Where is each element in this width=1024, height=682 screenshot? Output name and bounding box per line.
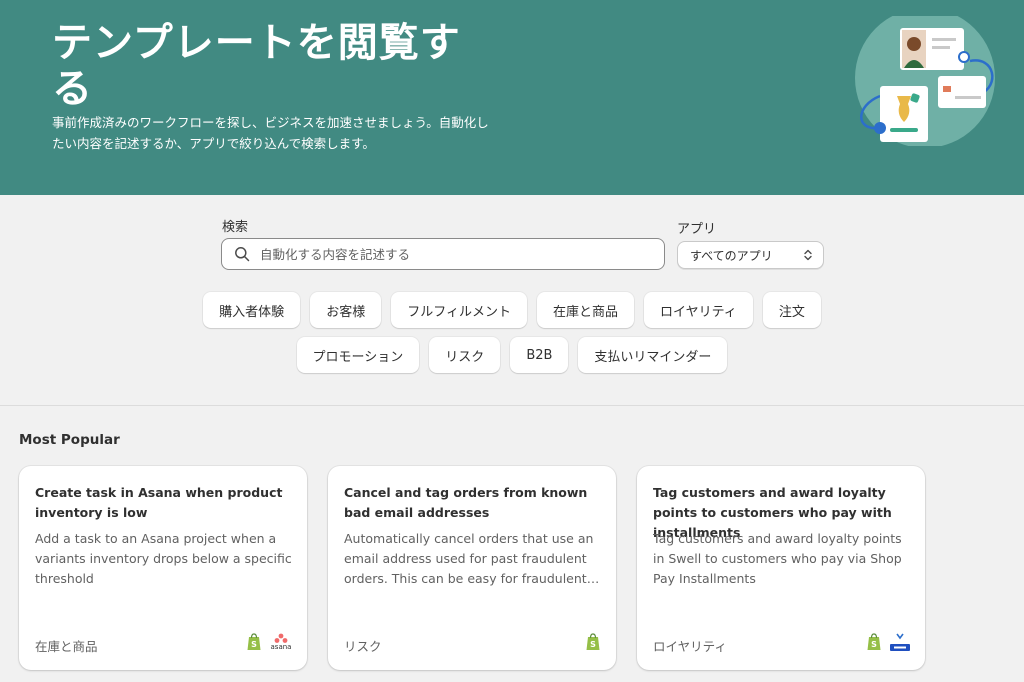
page-subtitle: 事前作成済みのワークフローを探し、ビジネスを加速させましょう。自動化したい内容を…: [52, 115, 489, 151]
category-chip[interactable]: フルフィルメント: [391, 292, 527, 328]
category-chip[interactable]: B2B: [510, 337, 569, 373]
select-chevron-icon: [804, 249, 812, 261]
card-title: Create task in Asana when product invent…: [35, 485, 283, 520]
category-chips-row-2: プロモーション リスク B2B 支払いリマインダー: [0, 337, 1024, 373]
hero-illustration: [855, 16, 995, 146]
svg-text:S: S: [590, 640, 596, 649]
template-card[interactable]: Cancel and tag orders from known bad ema…: [328, 466, 616, 670]
category-chip[interactable]: 在庫と商品: [536, 292, 634, 328]
shopify-icon: S: [245, 632, 263, 652]
card-description: Add a task to an Asana project when a va…: [35, 531, 292, 586]
swell-icon: [889, 632, 911, 652]
template-card[interactable]: Create task in Asana when product invent…: [19, 466, 307, 670]
category-chip[interactable]: 支払いリマインダー: [578, 337, 728, 373]
card-description: Tag customers and award loyalty points i…: [653, 531, 902, 586]
hero-banner: テンプレートを閲覧する 事前作成済みのワークフローを探し、ビジネスを加速させまし…: [0, 0, 1024, 195]
asana-logo-text: asana: [270, 643, 292, 651]
search-field[interactable]: [221, 238, 665, 270]
page-title: テンプレートを閲覧する: [52, 20, 461, 112]
search-label: 検索: [222, 220, 249, 235]
card-category: リスク: [344, 639, 382, 654]
search-input[interactable]: [260, 246, 640, 262]
shopify-icon: S: [584, 632, 602, 652]
asana-icon: asana: [269, 632, 293, 652]
svg-text:S: S: [251, 640, 257, 649]
section-divider: [0, 405, 1024, 406]
category-chip[interactable]: ロイヤリティ: [643, 292, 753, 328]
category-chip[interactable]: 注文: [762, 292, 821, 328]
card-description: Automatically cancel orders that use an …: [344, 531, 600, 586]
category-chip[interactable]: リスク: [429, 337, 501, 373]
category-chips-row-1: 購入者体験 お客様 フルフィルメント 在庫と商品 ロイヤリティ 注文: [0, 292, 1024, 328]
section-title: Most Popular: [19, 432, 120, 448]
card-app-icons: S: [865, 632, 911, 652]
category-chip[interactable]: 購入者体験: [203, 292, 301, 328]
app-filter-label: アプリ: [677, 222, 717, 237]
card-title: Cancel and tag orders from known bad ema…: [344, 485, 588, 520]
shopify-icon: S: [865, 632, 883, 652]
search-icon: [235, 247, 250, 262]
svg-text:S: S: [871, 640, 877, 649]
card-app-icons: S: [584, 632, 602, 652]
template-card[interactable]: Tag customers and award loyalty points t…: [637, 466, 925, 670]
category-chip[interactable]: プロモーション: [296, 337, 420, 373]
app-filter-select[interactable]: すべてのアプリ: [677, 241, 824, 269]
card-category: 在庫と商品: [35, 639, 98, 654]
card-category: ロイヤリティ: [653, 639, 727, 654]
category-chip[interactable]: お客様: [310, 292, 382, 328]
app-filter-value: すべてのアプリ: [690, 248, 773, 263]
card-app-icons: S asana: [245, 632, 293, 652]
